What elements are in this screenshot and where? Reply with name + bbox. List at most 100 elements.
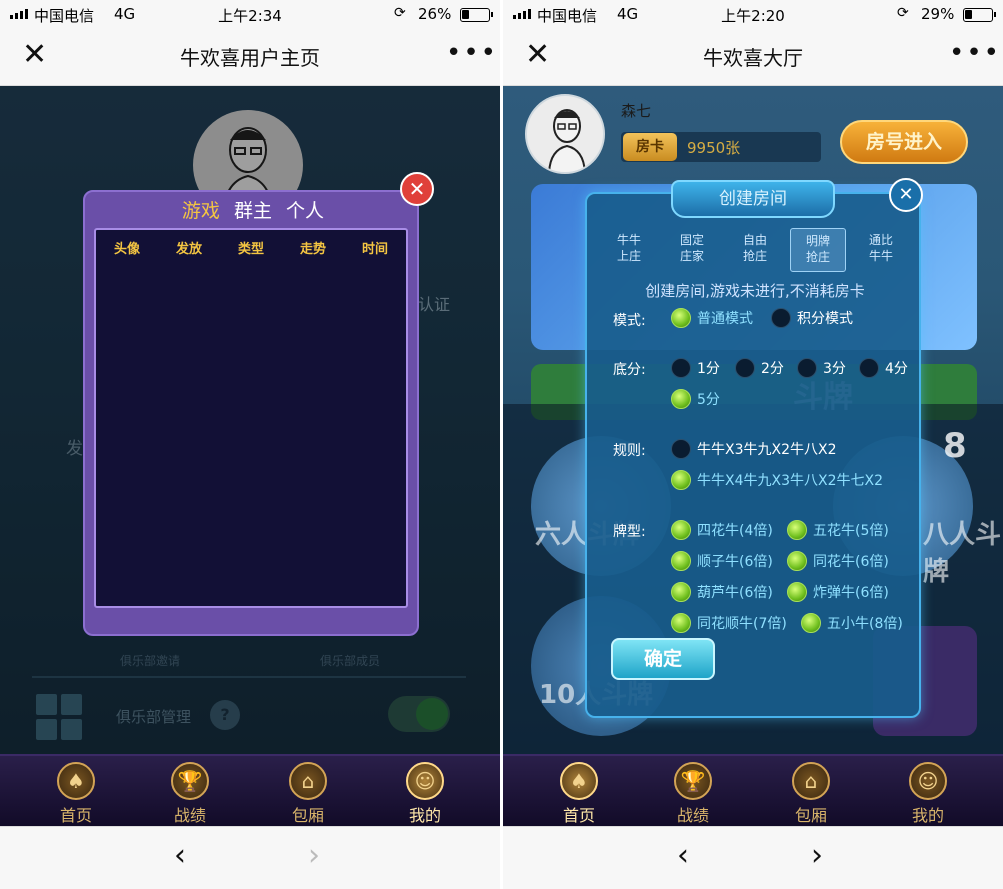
records-modal: 游戏 群主 个人 头像 发放 类型 走势 时间 [83,190,419,636]
tab-rooms[interactable]: ⌂ 包厢 [273,762,343,825]
checkbox-icon [787,551,807,571]
option-straight[interactable]: 顺子牛(6倍) [671,551,773,571]
mode-label: 模式: [613,313,646,329]
records-tabs: 游戏 群主 个人 [85,196,421,223]
bottom-tabbar: ♠ 首页 🏆 战绩 ⌂ 包厢 ☺ 我的 [503,754,1003,826]
option-normal-mode[interactable]: 普通模式 [671,308,753,328]
option-label: 3分 [823,361,846,377]
tab-label: 战绩 [173,806,206,825]
option-label: 五花牛(5倍) [813,523,889,539]
tab-label: 我的 [408,806,441,825]
tab-game[interactable]: 游戏 [182,200,220,222]
tab-line: 上庄 [616,249,641,263]
status-bar: 中国电信 4G 上午2:20 ⟳ 29% [503,0,1003,28]
tab-records[interactable]: 🏆 战绩 [155,762,225,825]
tab-label: 首页 [562,806,595,825]
room-card-tag: 房卡 [623,133,677,161]
records-table: 头像 发放 类型 走势 时间 [94,228,408,608]
rotation-lock-icon: ⟳ [897,5,909,21]
tab-label: 我的 [911,806,944,825]
spade-icon: ♠ [57,762,95,800]
tab-home[interactable]: ♠ 首页 [544,762,614,825]
option-rule-1[interactable]: 牛牛X3牛九X2牛八X2 [671,439,837,459]
spade-icon: ♠ [560,762,598,800]
tab-group-owner[interactable]: 群主 [234,200,272,222]
option-flush[interactable]: 同花牛(6倍) [787,551,889,571]
forward-icon[interactable]: › [811,841,823,871]
option-rule-2[interactable]: 牛牛X4牛九X3牛八X2牛七X2 [671,470,883,490]
tab-home[interactable]: ♠ 首页 [41,762,111,825]
more-icon[interactable]: ••• [446,38,498,68]
option-label: 5分 [697,392,720,408]
tab-line: 自由 [742,233,767,247]
option-1-point[interactable]: 1分 [671,358,720,378]
option-four-flower[interactable]: 四花牛(4倍) [671,520,773,540]
tab-mine[interactable]: ☺ 我的 [893,762,963,825]
game-mode-tabs: 牛牛 上庄 固定 庄家 自由 抢庄 明牌 抢庄 通比 牛牛 [601,228,909,272]
option-straight-flush[interactable]: 同花顺牛(7倍) [671,613,787,633]
tab-free-grab[interactable]: 自由 抢庄 [727,228,783,272]
back-icon[interactable]: ‹ [677,841,689,871]
modal-title: 创建房间 [671,180,835,218]
modal-close-icon[interactable]: ✕ [889,178,923,212]
option-bomb[interactable]: 炸弹牛(6倍) [787,582,889,602]
checkbox-icon [671,551,691,571]
enter-room-button[interactable]: 房号进入 [840,120,968,164]
banner-number: 8 [943,426,967,466]
option-2-point[interactable]: 2分 [735,358,784,378]
radio-icon [671,308,691,328]
option-5-point[interactable]: 5分 [671,389,720,409]
tab-line: 固定 [679,233,704,247]
checkbox-icon [671,613,691,633]
page-title: 牛欢喜用户主页 [180,46,320,70]
option-five-flower[interactable]: 五花牛(5倍) [787,520,889,540]
tab-line: 明牌 [805,234,830,248]
option-label: 牛牛X4牛九X3牛八X2牛七X2 [697,473,883,489]
browser-toolbar: ‹ › [0,826,500,889]
page-title: 牛欢喜大厅 [703,46,803,70]
battery-percent: 26% [418,5,452,23]
tab-mine[interactable]: ☺ 我的 [390,762,460,825]
more-icon[interactable]: ••• [949,38,1001,68]
option-label: 1分 [697,361,720,377]
tab-line: 抢庄 [805,250,830,264]
tab-niuniu-banker[interactable]: 牛牛 上庄 [601,228,657,272]
radio-icon [771,308,791,328]
create-room-notice: 创建房间,游戏未进行,不消耗房卡 [645,282,865,300]
option-4-point[interactable]: 4分 [859,358,908,378]
confirm-button[interactable]: 确定 [611,638,715,680]
card-type-label: 牌型: [613,524,646,540]
checkbox-icon [671,520,691,540]
option-label: 积分模式 [797,311,853,327]
house-icon: ⌂ [289,762,327,800]
user-home-content: 认证 发 俱乐部邀请 俱乐部成员 俱乐部管理 ? 游戏 群主 个人 头像 发放 … [0,86,500,754]
option-3-point[interactable]: 3分 [797,358,846,378]
radio-icon [671,358,691,378]
user-icon: ☺ [406,762,444,800]
option-label: 2分 [761,361,784,377]
tab-line: 通比 [868,233,893,247]
tab-label: 战绩 [676,806,709,825]
modal-close-icon[interactable]: ✕ [400,172,434,206]
rule-label: 规则: [613,443,646,459]
option-label: 葫芦牛(6倍) [697,585,773,601]
tab-records[interactable]: 🏆 战绩 [658,762,728,825]
table-header: 头像 发放 类型 走势 时间 [96,230,406,257]
option-five-small[interactable]: 五小牛(8倍) [801,613,903,633]
tab-fixed-banker[interactable]: 固定 庄家 [664,228,720,272]
forward-icon[interactable]: › [308,841,320,871]
option-label: 牛牛X3牛九X2牛八X2 [697,442,837,458]
back-icon[interactable]: ‹ [174,841,186,871]
tab-open-grab[interactable]: 明牌 抢庄 [790,228,846,272]
tab-personal[interactable]: 个人 [286,200,324,222]
lobby-content: 森七 房卡 9950张 房号进入 六人斗牌 10人斗牌 八人斗牌 斗牌 8 创建… [503,86,1003,754]
tab-line: 牛牛 [616,233,641,247]
option-full-house[interactable]: 葫芦牛(6倍) [671,582,773,602]
user-icon: ☺ [909,762,947,800]
radio-icon [797,358,817,378]
tab-rooms[interactable]: ⌂ 包厢 [776,762,846,825]
phone-screen-lobby: 中国电信 4G 上午2:20 ⟳ 29% ✕ 牛欢喜大厅 ••• 森七 房卡 9… [503,0,1003,889]
tab-compare-all[interactable]: 通比 牛牛 [853,228,909,272]
option-score-mode[interactable]: 积分模式 [771,308,853,328]
tab-line: 牛牛 [868,249,893,263]
